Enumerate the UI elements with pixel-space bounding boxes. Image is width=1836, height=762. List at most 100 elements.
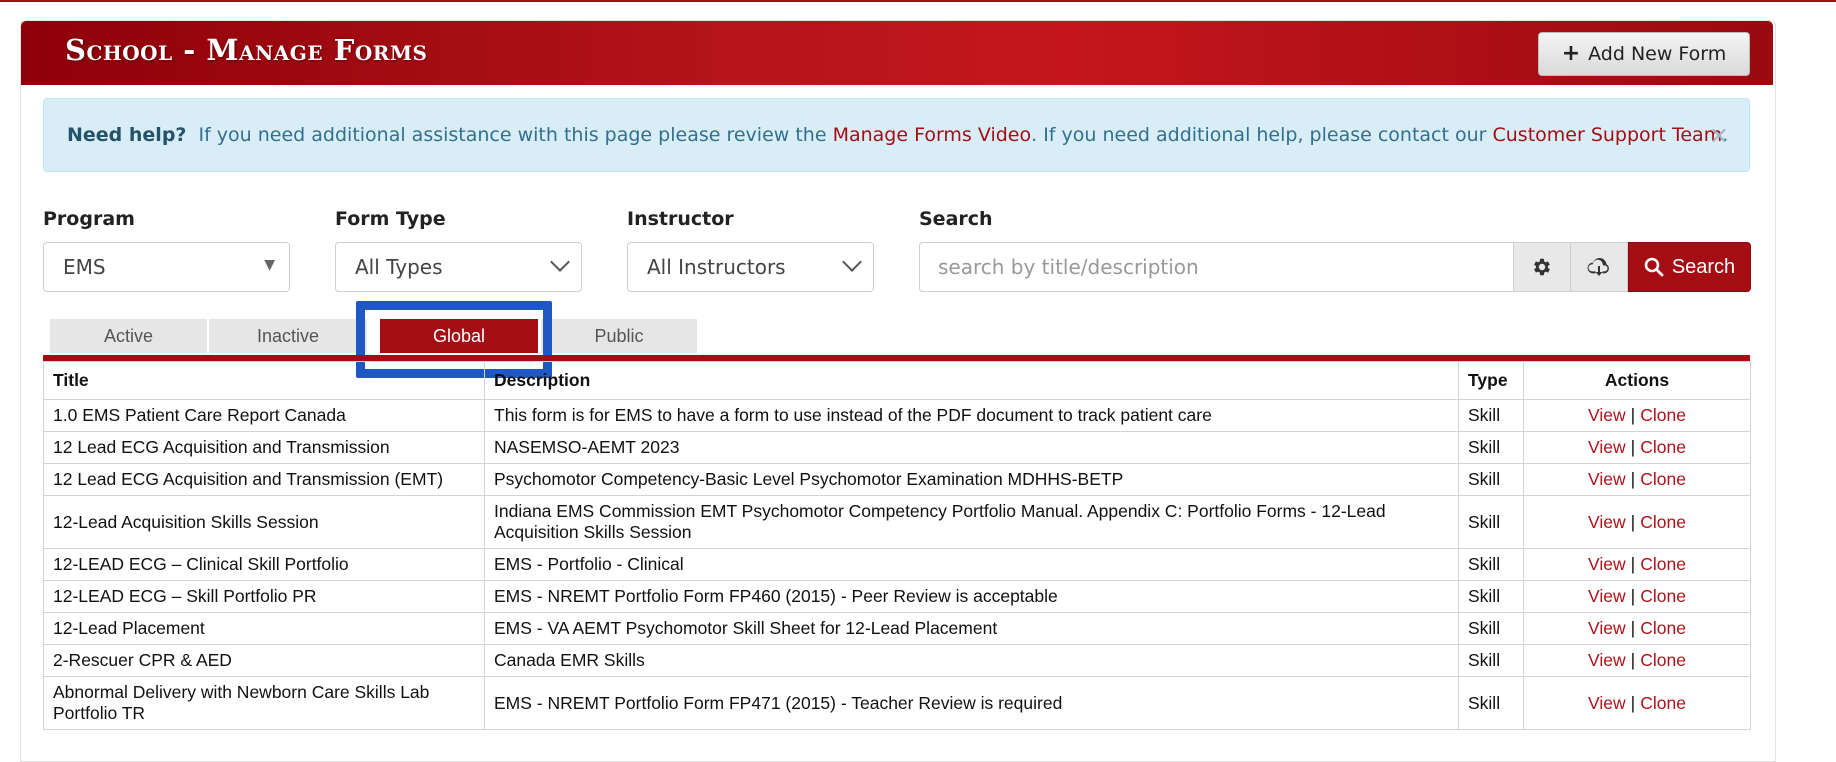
search-input[interactable] <box>919 242 1514 292</box>
forms-table: Title Description Type Actions 1.0 EMS P… <box>43 361 1751 730</box>
form-description-cell: EMS - Portfolio - Clinical <box>484 548 1459 581</box>
instructor-select[interactable]: All Instructors <box>627 242 874 292</box>
view-link[interactable]: View <box>1588 554 1626 574</box>
tab-active[interactable]: Active <box>50 319 209 353</box>
clone-link[interactable]: Clone <box>1640 554 1686 574</box>
caret-down-icon: ▼ <box>264 257 275 273</box>
help-text-1: If you need additional assistance with t… <box>192 124 833 146</box>
search-button-label: Search <box>1671 255 1736 278</box>
gear-icon <box>1534 258 1550 276</box>
plus-icon: + <box>1561 41 1581 66</box>
form-type-select[interactable]: All Types <box>335 242 582 292</box>
action-separator: | <box>1630 554 1636 574</box>
help-alert: Need help? If you need additional assist… <box>43 98 1750 172</box>
clone-link[interactable]: Clone <box>1640 405 1686 425</box>
title-column-header[interactable]: Title <box>43 361 485 400</box>
tab-global-label: Global <box>432 325 486 346</box>
form-type-cell: Skill <box>1458 580 1524 613</box>
form-type-cell: Skill <box>1458 495 1524 549</box>
table-row: 12 Lead ECG Acquisition and Transmission… <box>43 431 1751 464</box>
actions-cell: View | Clone <box>1523 612 1751 645</box>
form-type-cell: Skill <box>1458 676 1524 730</box>
tab-global[interactable]: Global <box>380 319 540 353</box>
form-title-cell: 1.0 EMS Patient Care Report Canada <box>43 399 485 432</box>
form-type-cell: Skill <box>1458 644 1524 677</box>
description-column-header[interactable]: Description <box>484 361 1459 400</box>
form-description-cell: Psychomotor Competency-Basic Level Psych… <box>484 463 1459 496</box>
page-header: School - Manage Forms <box>21 21 1773 85</box>
table-row: 12-LEAD ECG – Skill Portfolio PR EMS - NR… <box>43 580 1751 613</box>
actions-cell: View | Clone <box>1523 580 1751 613</box>
actions-cell: View | Clone <box>1523 644 1751 677</box>
clone-link[interactable]: Clone <box>1640 618 1686 638</box>
form-title-cell: 12-LEAD ECG – Clinical Skill Portfolio <box>43 548 485 581</box>
action-separator: | <box>1630 586 1636 606</box>
clone-link[interactable]: Clone <box>1640 437 1686 457</box>
form-description-cell: Indiana EMS Commission EMT Psychomotor C… <box>484 495 1459 549</box>
close-icon[interactable]: × <box>1709 121 1729 149</box>
instructor-value: All Instructors <box>647 255 786 279</box>
manage-forms-video-link[interactable]: Manage Forms Video <box>833 124 1032 146</box>
download-button[interactable] <box>1570 242 1628 292</box>
form-title-cell: 12-LEAD ECG – Skill Portfolio PR <box>43 580 485 613</box>
search-icon <box>1644 257 1664 277</box>
chevron-down-icon <box>550 252 570 272</box>
actions-cell: View | Clone <box>1523 676 1751 730</box>
add-new-form-button[interactable]: + Add New Form <box>1538 32 1750 76</box>
table-row: 12-Lead Placement EMS - VA AEMT Psychomot… <box>43 612 1751 645</box>
clone-link[interactable]: Clone <box>1640 650 1686 670</box>
form-type-cell: Skill <box>1458 431 1524 464</box>
form-title-cell: Abnormal Delivery with Newborn Care Skil… <box>43 676 485 730</box>
view-link[interactable]: View <box>1588 586 1626 606</box>
table-row: 1.0 EMS Patient Care Report Canada This f… <box>43 399 1751 432</box>
action-separator: | <box>1630 511 1636 532</box>
help-text-2: . If you need additional help, please co… <box>1031 124 1493 146</box>
customer-support-link[interactable]: Customer Support Team <box>1493 124 1723 146</box>
view-link[interactable]: View <box>1588 437 1626 457</box>
form-type-cell: Skill <box>1458 612 1524 645</box>
settings-button[interactable] <box>1513 242 1571 292</box>
view-link[interactable]: View <box>1588 469 1626 489</box>
clone-link[interactable]: Clone <box>1640 693 1686 713</box>
clone-link[interactable]: Clone <box>1640 512 1686 532</box>
help-lead: Need help? <box>67 124 187 146</box>
form-title-cell: 12-Lead Placement <box>43 612 485 645</box>
program-select[interactable]: EMS ▼ <box>43 242 290 292</box>
form-type-label: Form Type <box>335 208 446 230</box>
clone-link[interactable]: Clone <box>1640 586 1686 606</box>
form-type-cell: Skill <box>1458 463 1524 496</box>
form-title-cell: 12-Lead Acquisition Skills Session <box>43 495 485 549</box>
view-link[interactable]: View <box>1588 618 1626 638</box>
search-label: Search <box>919 208 993 230</box>
program-value: EMS <box>63 255 106 279</box>
form-description-cell: This form is for EMS to have a form to u… <box>484 399 1459 432</box>
table-header-row: Title Description Type Actions <box>43 361 1751 400</box>
table-row: 12-LEAD ECG – Clinical Skill Portfolio EM… <box>43 548 1751 581</box>
view-link[interactable]: View <box>1588 405 1626 425</box>
actions-cell: View | Clone <box>1523 548 1751 581</box>
table-row: 12 Lead ECG Acquisition and Transmission… <box>43 463 1751 496</box>
form-title-cell: 12 Lead ECG Acquisition and Transmission… <box>43 463 485 496</box>
tab-inactive-label: Inactive <box>256 325 320 346</box>
form-type-cell: Skill <box>1458 399 1524 432</box>
table-row: 12-Lead Acquisition Skills Session Indian… <box>43 495 1751 549</box>
action-separator: | <box>1630 405 1636 425</box>
form-title-cell: 2-Rescuer CPR & AED <box>43 644 485 677</box>
action-separator: | <box>1630 692 1636 713</box>
clone-link[interactable]: Clone <box>1640 469 1686 489</box>
form-description-cell: EMS - NREMT Portfolio Form FP460 (2015) … <box>484 580 1459 613</box>
table-row: Abnormal Delivery with Newborn Care Skil… <box>43 676 1751 730</box>
cloud-download-icon <box>1587 257 1609 276</box>
tab-inactive[interactable]: Inactive <box>209 319 369 353</box>
view-link[interactable]: View <box>1588 693 1626 713</box>
type-column-header[interactable]: Type <box>1458 361 1524 400</box>
view-link[interactable]: View <box>1588 512 1626 532</box>
form-description-cell: EMS - VA AEMT Psychomotor Skill Sheet fo… <box>484 612 1459 645</box>
search-button[interactable]: Search <box>1628 242 1751 292</box>
action-separator: | <box>1630 618 1636 638</box>
view-link[interactable]: View <box>1588 650 1626 670</box>
action-separator: | <box>1630 650 1636 670</box>
actions-cell: View | Clone <box>1523 463 1751 496</box>
tab-public-label: Public <box>594 325 644 346</box>
tab-public[interactable]: Public <box>541 319 699 353</box>
